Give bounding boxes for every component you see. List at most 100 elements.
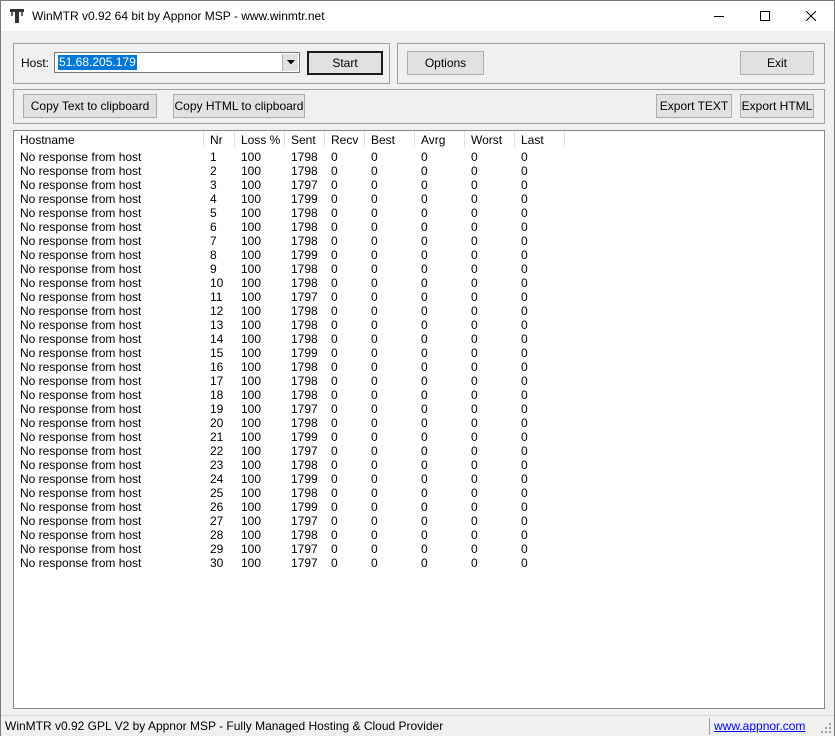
cell-recv: 0 [331, 514, 338, 528]
results-table[interactable]: Hostname Nr Loss % Sent Recv Best Avrg Worst Las… [13, 130, 825, 709]
table-row[interactable]: No response from host 15 100 1799 0 0 0 0 0 [14, 346, 824, 360]
table-row[interactable]: No response from host 29 100 1797 0 0 0 0 0 [14, 542, 824, 556]
cell-hostname: No response from host [20, 458, 142, 472]
table-row[interactable]: No response from host 25 100 1798 0 0 0 0 0 [14, 486, 824, 500]
table-row[interactable]: No response from host 13 100 1798 0 0 0 0 0 [14, 318, 824, 332]
table-row[interactable]: No response from host 17 100 1798 0 0 0 0 0 [14, 374, 824, 388]
table-row[interactable]: No response from host 28 100 1798 0 0 0 0 0 [14, 528, 824, 542]
cell-best: 0 [371, 528, 378, 542]
cell-loss: 100 [241, 220, 262, 234]
cell-avrg: 0 [421, 430, 428, 444]
cell-worst: 0 [471, 556, 478, 570]
column-header-last[interactable]: Last [515, 131, 565, 148]
table-row[interactable]: No response from host 6 100 1798 0 0 0 0 0 [14, 220, 824, 234]
table-row[interactable]: No response from host 20 100 1798 0 0 0 0 0 [14, 416, 824, 430]
minimize-button[interactable] [696, 1, 742, 31]
table-row[interactable]: No response from host 21 100 1799 0 0 0 0 0 [14, 430, 824, 444]
maximize-icon [760, 11, 770, 21]
cell-worst: 0 [471, 430, 478, 444]
cell-nr: 8 [210, 248, 217, 262]
start-button[interactable]: Start [307, 51, 383, 75]
cell-best: 0 [371, 192, 378, 206]
options-button[interactable]: Options [407, 51, 484, 75]
copy-text-button[interactable]: Copy Text to clipboard [23, 94, 157, 118]
table-row[interactable]: No response from host 19 100 1797 0 0 0 0 0 [14, 402, 824, 416]
table-row[interactable]: No response from host 4 100 1799 0 0 0 0 0 [14, 192, 824, 206]
cell-nr: 7 [210, 234, 217, 248]
table-row[interactable]: No response from host 8 100 1799 0 0 0 0 0 [14, 248, 824, 262]
table-row[interactable]: No response from host 30 100 1797 0 0 0 0 0 [14, 556, 824, 570]
table-row[interactable]: No response from host 24 100 1799 0 0 0 0 0 [14, 472, 824, 486]
table-row[interactable]: No response from host 9 100 1798 0 0 0 0 0 [14, 262, 824, 276]
cell-sent: 1798 [291, 528, 318, 542]
table-row[interactable]: No response from host 23 100 1798 0 0 0 0 0 [14, 458, 824, 472]
cell-hostname: No response from host [20, 402, 142, 416]
cell-worst: 0 [471, 150, 478, 164]
table-row[interactable]: No response from host 5 100 1798 0 0 0 0 0 [14, 206, 824, 220]
appnor-link[interactable]: www.appnor.com [714, 719, 805, 733]
table-row[interactable]: No response from host 7 100 1798 0 0 0 0 0 [14, 234, 824, 248]
table-row[interactable]: No response from host 27 100 1797 0 0 0 0 0 [14, 514, 824, 528]
cell-nr: 26 [210, 500, 224, 514]
column-header-recv[interactable]: Recv [325, 131, 365, 148]
host-input[interactable]: 51.68.205.179 [58, 55, 137, 70]
column-header-loss[interactable]: Loss % [235, 131, 285, 148]
cell-avrg: 0 [421, 332, 428, 346]
column-header-hostname[interactable]: Hostname [14, 131, 204, 148]
cell-recv: 0 [331, 444, 338, 458]
column-header-avrg[interactable]: Avrg [415, 131, 465, 148]
cell-nr: 14 [210, 332, 224, 346]
export-text-button[interactable]: Export TEXT [656, 94, 732, 118]
cell-sent: 1797 [291, 556, 318, 570]
cell-best: 0 [371, 220, 378, 234]
cell-avrg: 0 [421, 528, 428, 542]
cell-last: 0 [521, 528, 528, 542]
resize-grip-icon[interactable] [820, 722, 832, 734]
table-row[interactable]: No response from host 10 100 1798 0 0 0 0 0 [14, 276, 824, 290]
cell-recv: 0 [331, 220, 338, 234]
cell-best: 0 [371, 346, 378, 360]
cell-avrg: 0 [421, 542, 428, 556]
table-row[interactable]: No response from host 3 100 1797 0 0 0 0 0 [14, 178, 824, 192]
cell-avrg: 0 [421, 290, 428, 304]
table-row[interactable]: No response from host 12 100 1798 0 0 0 0 0 [14, 304, 824, 318]
table-row[interactable]: No response from host 22 100 1797 0 0 0 0 0 [14, 444, 824, 458]
copy-html-button[interactable]: Copy HTML to clipboard [173, 94, 305, 118]
cell-last: 0 [521, 220, 528, 234]
column-header-worst[interactable]: Worst [465, 131, 515, 148]
cell-worst: 0 [471, 318, 478, 332]
column-header-nr[interactable]: Nr [204, 131, 235, 148]
cell-sent: 1798 [291, 234, 318, 248]
table-row[interactable]: No response from host 16 100 1798 0 0 0 0 0 [14, 360, 824, 374]
column-header-sent[interactable]: Sent [285, 131, 325, 148]
cell-worst: 0 [471, 178, 478, 192]
cell-avrg: 0 [421, 402, 428, 416]
host-combobox[interactable]: 51.68.205.179 [54, 52, 300, 73]
host-dropdown-button[interactable] [282, 54, 298, 71]
exit-button[interactable]: Exit [740, 51, 814, 75]
table-row[interactable]: No response from host 14 100 1798 0 0 0 0 0 [14, 332, 824, 346]
cell-worst: 0 [471, 416, 478, 430]
table-row[interactable]: No response from host 18 100 1798 0 0 0 0 0 [14, 388, 824, 402]
table-row[interactable]: No response from host 26 100 1799 0 0 0 0 0 [14, 500, 824, 514]
cell-hostname: No response from host [20, 556, 142, 570]
cell-avrg: 0 [421, 486, 428, 500]
cell-loss: 100 [241, 234, 262, 248]
cell-hostname: No response from host [20, 262, 142, 276]
title-bar[interactable]: WinMTR v0.92 64 bit by Appnor MSP - www.… [1, 1, 834, 31]
cell-nr: 22 [210, 444, 224, 458]
cell-recv: 0 [331, 192, 338, 206]
table-row[interactable]: No response from host 11 100 1797 0 0 0 0 0 [14, 290, 824, 304]
cell-recv: 0 [331, 556, 338, 570]
table-row[interactable]: No response from host 1 100 1798 0 0 0 0 0 [14, 150, 824, 164]
table-row[interactable]: No response from host 2 100 1798 0 0 0 0 0 [14, 164, 824, 178]
column-header-best[interactable]: Best [365, 131, 415, 148]
cell-last: 0 [521, 290, 528, 304]
close-button[interactable] [788, 1, 834, 31]
cell-recv: 0 [331, 346, 338, 360]
maximize-button[interactable] [742, 1, 788, 31]
cell-sent: 1797 [291, 402, 318, 416]
export-html-button[interactable]: Export HTML [740, 94, 814, 118]
cell-loss: 100 [241, 206, 262, 220]
cell-recv: 0 [331, 276, 338, 290]
